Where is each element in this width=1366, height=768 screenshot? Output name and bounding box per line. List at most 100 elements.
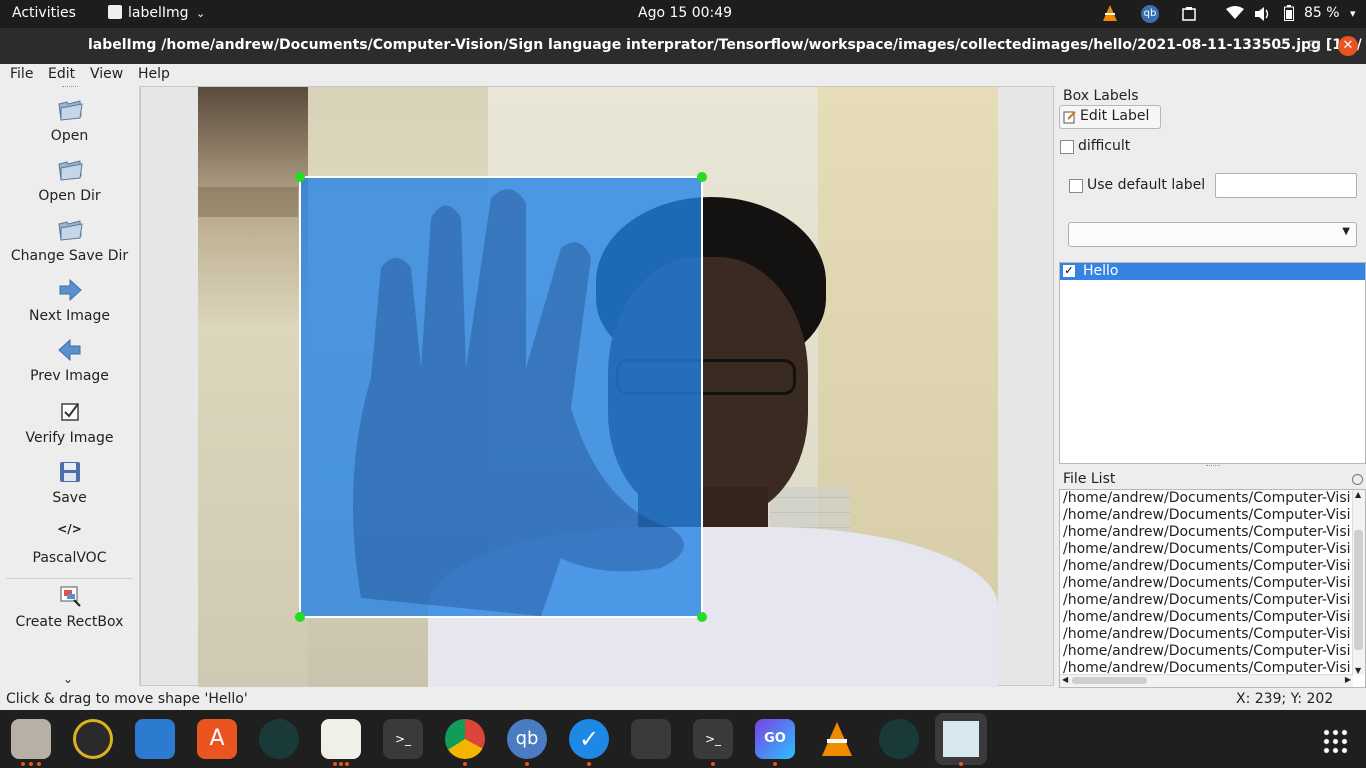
format-toggle-button[interactable]: </> PascalVOC [0, 518, 139, 566]
gitkraken-icon[interactable] [259, 719, 299, 759]
checkbox-verify-icon [60, 403, 79, 421]
default-label-input[interactable] [1215, 173, 1357, 198]
rhythmbox-icon[interactable] [73, 719, 113, 759]
battery-icon[interactable] [1284, 5, 1294, 25]
file-list-item[interactable]: /home/andrew/Documents/Computer-Visi [1060, 592, 1351, 609]
qbittorrent-tray-icon[interactable]: qb [1141, 5, 1159, 23]
scroll-left-icon[interactable]: ◀ [1062, 675, 1068, 684]
maximize-button[interactable]: □ [1304, 36, 1324, 56]
file-list-item[interactable]: /home/andrew/Documents/Computer-Visi [1060, 507, 1351, 524]
scroll-right-icon[interactable]: ▶ [1345, 675, 1351, 684]
system-monitor-icon[interactable] [631, 719, 671, 759]
cursor-coordinates: X: 239; Y: 202 [1236, 691, 1334, 707]
bounding-box-hello[interactable] [295, 172, 707, 622]
use-default-label-checkbox[interactable] [1069, 179, 1083, 193]
file-list-item[interactable]: /home/andrew/Documents/Computer-Visi [1060, 575, 1351, 592]
running-indicator [345, 762, 349, 766]
goland-icon[interactable]: GO [755, 719, 795, 759]
chevron-down-icon: ⌄ [195, 7, 206, 20]
open-dir-button[interactable]: Open Dir [0, 156, 139, 204]
format-label: PascalVOC [32, 550, 107, 566]
label-combo-box[interactable]: ▼ [1068, 222, 1357, 247]
chrome-icon[interactable] [445, 719, 485, 759]
libreoffice-writer-icon[interactable] [135, 719, 175, 759]
window-title: labelImg /home/andrew/Documents/Computer… [88, 37, 1366, 53]
menu-help[interactable]: Help [138, 66, 170, 82]
dock-float-icon[interactable] [1352, 474, 1363, 485]
gitkraken2-icon[interactable] [879, 719, 919, 759]
scroll-up-icon[interactable]: ▲ [1355, 490, 1361, 499]
verify-image-button[interactable]: Verify Image [0, 398, 139, 446]
bbox-handle-top-right[interactable] [697, 172, 707, 182]
file-list-item[interactable]: /home/andrew/Documents/Computer-Visi [1060, 626, 1351, 643]
edit-icon [1063, 111, 1076, 124]
open-button[interactable]: Open [0, 96, 139, 144]
software-center-icon[interactable]: A [197, 719, 237, 759]
system-menu-chevron-icon[interactable]: ▾ [1350, 7, 1356, 20]
terminal2-icon[interactable]: >_ [693, 719, 733, 759]
app-menu[interactable]: labelImg ⌄ [108, 5, 205, 21]
bbox-handle-bottom-right[interactable] [697, 612, 707, 622]
show-applications-icon[interactable] [1322, 728, 1348, 754]
file-list-hscrollbar[interactable]: ◀ ▶ [1060, 674, 1353, 687]
verify-image-label: Verify Image [25, 430, 114, 446]
close-button[interactable]: ✕ [1338, 36, 1358, 56]
terminal-icon[interactable]: >_ [383, 719, 423, 759]
window-titlebar[interactable]: labelImg /home/andrew/Documents/Computer… [0, 28, 1366, 64]
vscroll-thumb[interactable] [1354, 530, 1363, 650]
difficult-checkbox[interactable] [1060, 140, 1074, 154]
clipboard-tray-icon[interactable] [1181, 6, 1197, 26]
menu-edit[interactable]: Edit [48, 66, 75, 82]
hscroll-thumb[interactable] [1072, 677, 1147, 684]
file-list-vscrollbar[interactable]: ▲ ▼ [1352, 490, 1365, 675]
change-save-dir-label: Change Save Dir [10, 248, 129, 264]
wifi-icon[interactable] [1226, 6, 1244, 24]
file-list-item[interactable]: /home/andrew/Documents/Computer-Visi [1060, 524, 1351, 541]
change-save-dir-button[interactable]: Change Save Dir [0, 216, 139, 264]
code-icon: </> [57, 522, 82, 536]
save-button[interactable]: Save [0, 458, 139, 506]
menu-view[interactable]: View [90, 66, 123, 82]
file-list-item[interactable]: /home/andrew/Documents/Computer-Visi [1060, 643, 1351, 660]
photo-wall-left [198, 87, 308, 687]
vlc-icon[interactable] [817, 719, 857, 759]
qbittorrent-icon[interactable]: qb [507, 719, 547, 759]
labelimg-app-icon [108, 5, 122, 19]
toolbar-overflow-chevron-icon[interactable]: ⌄ [63, 672, 73, 686]
tasks-icon[interactable]: ✓ [569, 719, 609, 759]
label-list-item[interactable]: ✓ Hello [1060, 263, 1365, 280]
photo-shelf [198, 187, 298, 217]
file-list[interactable]: /home/andrew/Documents/Computer-Visi/hom… [1059, 489, 1366, 688]
edit-label-text: Edit Label [1080, 108, 1150, 124]
document-viewer-icon[interactable] [321, 719, 361, 759]
create-rectbox-button[interactable]: Create RectBox [0, 582, 139, 630]
activities-button[interactable]: Activities [12, 5, 76, 21]
label-item-checkbox[interactable]: ✓ [1063, 265, 1075, 277]
running-indicator [773, 762, 777, 766]
folder-open-icon [57, 100, 83, 121]
file-list-item[interactable]: /home/andrew/Documents/Computer-Visi [1060, 609, 1351, 626]
minimize-button[interactable]: – [1270, 38, 1290, 58]
file-list-item[interactable]: /home/andrew/Documents/Computer-Visi [1060, 541, 1351, 558]
bbox-handle-bottom-left[interactable] [295, 612, 305, 622]
prev-image-button[interactable]: Prev Image [0, 336, 139, 384]
menu-file[interactable]: File [10, 66, 33, 82]
files-icon[interactable] [11, 719, 51, 759]
status-bar: Click & drag to move shape 'Hello' X: 23… [0, 688, 1366, 710]
edit-label-button[interactable]: Edit Label [1059, 105, 1161, 129]
bbox-handle-top-left[interactable] [295, 172, 305, 182]
hand-silhouette [353, 189, 684, 616]
file-list-item[interactable]: /home/andrew/Documents/Computer-Visi [1060, 558, 1351, 575]
panel-splitter[interactable] [1206, 465, 1220, 469]
label-list[interactable]: ✓ Hello [1059, 262, 1366, 464]
vlc-tray-icon[interactable] [1101, 4, 1119, 26]
next-image-button[interactable]: Next Image [0, 276, 139, 324]
labelimg-icon[interactable] [935, 713, 987, 765]
save-label: Save [52, 490, 87, 506]
volume-icon[interactable] [1254, 6, 1272, 26]
file-list-item[interactable]: /home/andrew/Documents/Computer-Visi [1060, 490, 1351, 507]
scroll-down-icon[interactable]: ▼ [1355, 666, 1361, 675]
clock[interactable]: Ago 15 00:49 [638, 5, 732, 21]
difficult-label: difficult [1078, 138, 1131, 154]
arrow-left-icon [57, 338, 80, 362]
